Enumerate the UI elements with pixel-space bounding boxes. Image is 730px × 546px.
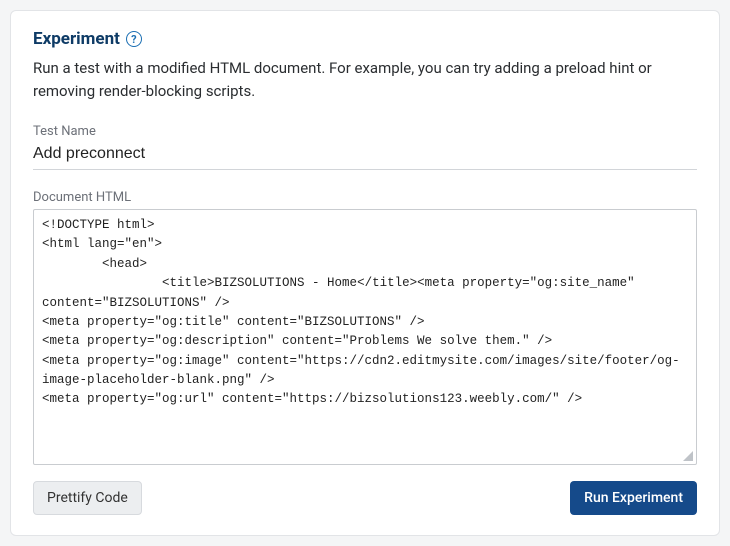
card-header: Experiment ? — [33, 29, 697, 49]
test-name-field: Test Name — [33, 124, 697, 190]
card-description: Run a test with a modified HTML document… — [33, 57, 697, 102]
run-experiment-button[interactable]: Run Experiment — [570, 481, 697, 515]
experiment-card: Experiment ? Run a test with a modified … — [10, 10, 720, 536]
prettify-code-button[interactable]: Prettify Code — [33, 481, 142, 515]
test-name-label: Test Name — [33, 124, 697, 139]
button-row: Prettify Code Run Experiment — [33, 481, 697, 515]
document-html-field: Document HTML — [33, 190, 697, 465]
document-html-textarea[interactable] — [42, 216, 690, 454]
document-html-wrapper — [33, 209, 697, 465]
test-name-input[interactable] — [33, 143, 697, 170]
help-icon[interactable]: ? — [126, 31, 142, 47]
card-title: Experiment — [33, 29, 120, 49]
document-html-label: Document HTML — [33, 190, 697, 205]
